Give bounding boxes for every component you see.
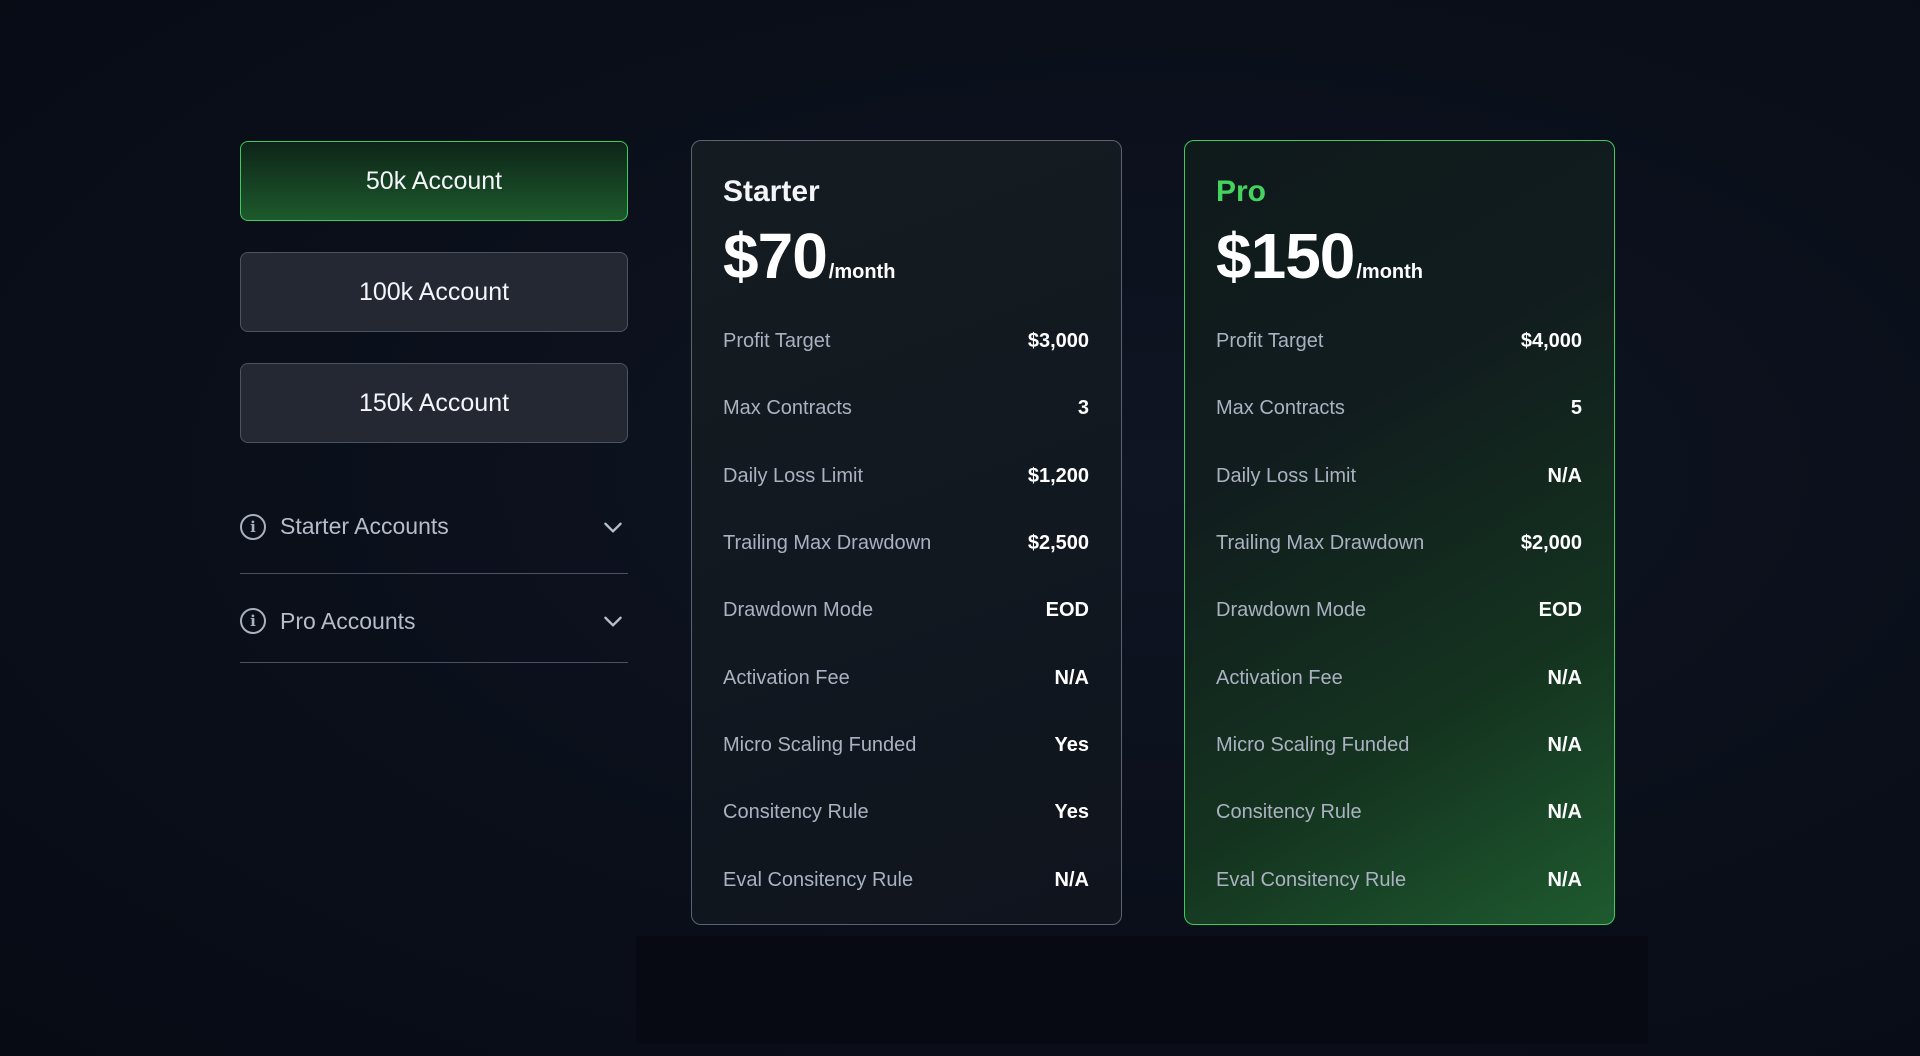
plan-name: Pro [1216,175,1267,208]
price-period: /month [828,261,896,283]
detail-label: Drawdown Mode [1216,599,1367,622]
detail-label: Activation Fee [1216,666,1343,689]
plan-detail-row: Trailing Max Drawdown $2,000 [1216,510,1582,577]
price-row: $70 /month [723,219,1089,301]
detail-value: EOD [1538,599,1582,622]
detail-value: $3,000 [1027,330,1089,353]
plan-detail-row: Daily Loss Limit $1,200 [723,443,1089,510]
plan-detail-row: Micro Scaling Funded Yes [723,712,1089,779]
plan-detail-row: Eval Consitency Rule N/A [1216,846,1582,913]
accordion-label: Starter Accounts [280,513,449,539]
detail-label: Daily Loss Limit [1216,464,1357,487]
account-selector: 50k Account 100k Account 150k Account i … [240,141,628,663]
chevron-down-icon [604,616,622,627]
plan-detail-row: Max Contracts 3 [723,375,1089,442]
detail-value: N/A [1547,464,1582,487]
info-icon: i [240,608,266,634]
plan-detail-row: Activation Fee N/A [723,644,1089,711]
detail-value: 3 [1077,397,1089,420]
detail-label: Consitency Rule [1216,801,1362,824]
plan-detail-row: Daily Loss Limit N/A [1216,443,1582,510]
info-icon: i [240,513,266,540]
pricing-page: 50k Account 100k Account 150k Account i … [0,0,1920,1056]
detail-value: N/A [1547,868,1582,891]
plan-detail-row: Consitency Rule Yes [723,779,1089,846]
bottom-panel [636,936,1648,1044]
detail-value: N/A [1547,801,1582,824]
detail-value: Yes [1054,733,1089,756]
detail-label: Max Contracts [1216,397,1345,420]
detail-label: Trailing Max Drawdown [723,532,932,555]
plan-detail-row: Activation Fee N/A [1216,644,1582,711]
detail-value: EOD [1045,599,1089,622]
detail-value: N/A [1547,733,1582,756]
plan-detail-row: Profit Target $4,000 [1216,308,1582,375]
plan-detail-row: Micro Scaling Funded N/A [1216,712,1582,779]
detail-value: Yes [1054,801,1089,824]
account-150k-button[interactable]: 150k Account [240,363,628,443]
detail-label: Profit Target [723,330,831,353]
price-row: $150 /month [1216,219,1582,301]
plan-detail-row: Consitency Rule N/A [1216,779,1582,846]
detail-label: Max Contracts [723,397,852,420]
starter-plan-card[interactable]: Starter $70 /month Profit Target $3,000 Ma… [691,140,1122,925]
detail-label: Eval Consitency Rule [723,868,914,891]
detail-label: Activation Fee [723,666,850,689]
starter-accounts-accordion[interactable]: i Starter Accounts [240,474,628,574]
accordion-label: Pro Accounts [280,607,416,634]
account-100k-button[interactable]: 100k Account [240,252,628,332]
detail-label: Daily Loss Limit [723,464,864,487]
plan-name: Starter [723,175,820,208]
detail-value: 5 [1570,397,1582,420]
plan-detail-row: Drawdown Mode EOD [1216,577,1582,644]
detail-value: $2,500 [1027,532,1089,555]
detail-value: $2,000 [1520,532,1582,555]
detail-value: N/A [1547,666,1582,689]
plan-details: Profit Target $4,000 Max Contracts 5 Daily L… [1216,308,1582,914]
price-period: /month [1356,261,1424,283]
detail-value: $4,000 [1520,330,1582,353]
detail-label: Eval Consitency Rule [1216,868,1407,891]
detail-label: Consitency Rule [723,801,869,824]
detail-label: Trailing Max Drawdown [1216,532,1425,555]
plan-detail-row: Profit Target $3,000 [723,308,1089,375]
chevron-down-icon [604,522,622,533]
plan-detail-row: Max Contracts 5 [1216,375,1582,442]
plan-detail-row: Eval Consitency Rule N/A [723,846,1089,913]
pro-plan-card[interactable]: Pro $150 /month Profit Target $4,000 Max C… [1184,140,1615,925]
detail-value: N/A [1054,666,1089,689]
plan-detail-row: Drawdown Mode EOD [723,577,1089,644]
plan-price: $70 [723,220,828,292]
plan-price: $150 [1216,220,1355,292]
detail-label: Micro Scaling Funded [723,733,917,756]
detail-label: Profit Target [1216,330,1324,353]
detail-label: Drawdown Mode [723,599,874,622]
pro-accounts-accordion[interactable]: i Pro Accounts [240,574,628,663]
detail-label: Micro Scaling Funded [1216,733,1410,756]
plan-detail-row: Trailing Max Drawdown $2,500 [723,510,1089,577]
detail-value: $1,200 [1027,464,1089,487]
detail-value: N/A [1054,868,1089,891]
account-50k-button[interactable]: 50k Account [240,141,628,221]
plan-details: Profit Target $3,000 Max Contracts 3 Daily L… [723,308,1089,914]
